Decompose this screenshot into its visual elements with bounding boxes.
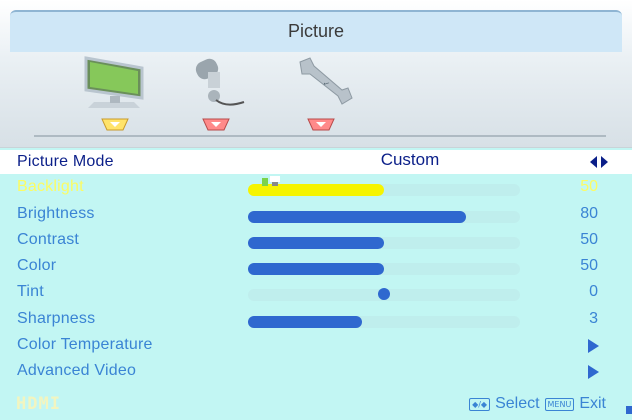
navigation-hint: ◆/◆ Select MENU Exit — [469, 393, 606, 415]
menu-key-icon: MENU — [544, 397, 575, 411]
submenu-row-advanced-video[interactable]: Advanced Video — [0, 360, 632, 386]
submenu-label: Advanced Video — [17, 362, 137, 379]
setting-row-sharpness[interactable]: Sharpness 3 — [0, 308, 632, 334]
slider-track[interactable] — [248, 237, 520, 249]
slider-fill — [248, 316, 363, 328]
picture-menu-screen: Picture ✓ Picture Mode Custom Backlight … — [0, 0, 632, 420]
setting-row-color[interactable]: Color 50 — [0, 255, 632, 281]
menu-title: Picture — [10, 10, 622, 52]
exit-hint-label: Exit — [579, 395, 606, 412]
header-divider — [34, 135, 606, 137]
setting-label: Tint — [17, 283, 44, 300]
input-source-label: HDMI — [16, 394, 61, 414]
picture-mode-label: Picture Mode — [17, 153, 114, 170]
submenu-label: Color Temperature — [17, 336, 153, 353]
setting-label: Brightness — [17, 205, 95, 222]
slider-knob[interactable] — [378, 288, 390, 300]
microphone-icon[interactable] — [186, 52, 250, 112]
setting-value: 50 — [580, 178, 598, 195]
slider-track[interactable] — [248, 211, 520, 223]
slider-track[interactable] — [248, 184, 520, 196]
setting-value: 0 — [589, 283, 598, 300]
setting-row-backlight[interactable]: Backlight 50 — [0, 176, 632, 202]
setting-value: 50 — [580, 257, 598, 274]
setting-label: Contrast — [17, 231, 80, 248]
tab-indicator-active — [101, 118, 129, 131]
setting-label: Sharpness — [17, 310, 96, 327]
setting-value: 80 — [580, 205, 598, 222]
setting-row-tint[interactable]: Tint 0 — [0, 281, 632, 307]
slider-fill — [248, 211, 466, 223]
setting-label: Backlight — [17, 178, 84, 195]
slider-fill — [248, 263, 384, 275]
slider-track[interactable] — [248, 288, 520, 301]
setting-row-contrast[interactable]: Contrast 50 — [0, 229, 632, 255]
monitor-icon[interactable] — [78, 52, 152, 112]
chevron-right-icon[interactable] — [588, 339, 599, 353]
slider-track[interactable] — [248, 316, 520, 328]
submenu-row-color-temperature[interactable]: Color Temperature — [0, 334, 632, 360]
setting-value: 50 — [580, 231, 598, 248]
setting-value: 3 — [589, 310, 598, 327]
tab-indicator — [307, 118, 335, 131]
picture-mode-row[interactable]: Picture Mode Custom — [0, 150, 632, 174]
slider-track[interactable] — [248, 263, 520, 275]
corner-indicator — [626, 406, 632, 414]
render-artifact — [262, 176, 280, 186]
menu-header: Picture ✓ — [0, 0, 632, 148]
select-hint-label: Select — [495, 395, 540, 412]
setting-label: Color — [17, 257, 57, 274]
tab-indicator — [202, 118, 230, 131]
slider-fill — [248, 237, 384, 249]
picture-mode-value: Custom — [380, 150, 440, 169]
left-right-arrows-icon[interactable] — [590, 156, 608, 168]
chevron-right-icon[interactable] — [588, 365, 599, 379]
setting-row-brightness[interactable]: Brightness 80 — [0, 203, 632, 229]
arrow-keys-icon: ◆/◆ — [469, 397, 491, 411]
wrench-icon[interactable]: ✓ — [292, 52, 356, 112]
